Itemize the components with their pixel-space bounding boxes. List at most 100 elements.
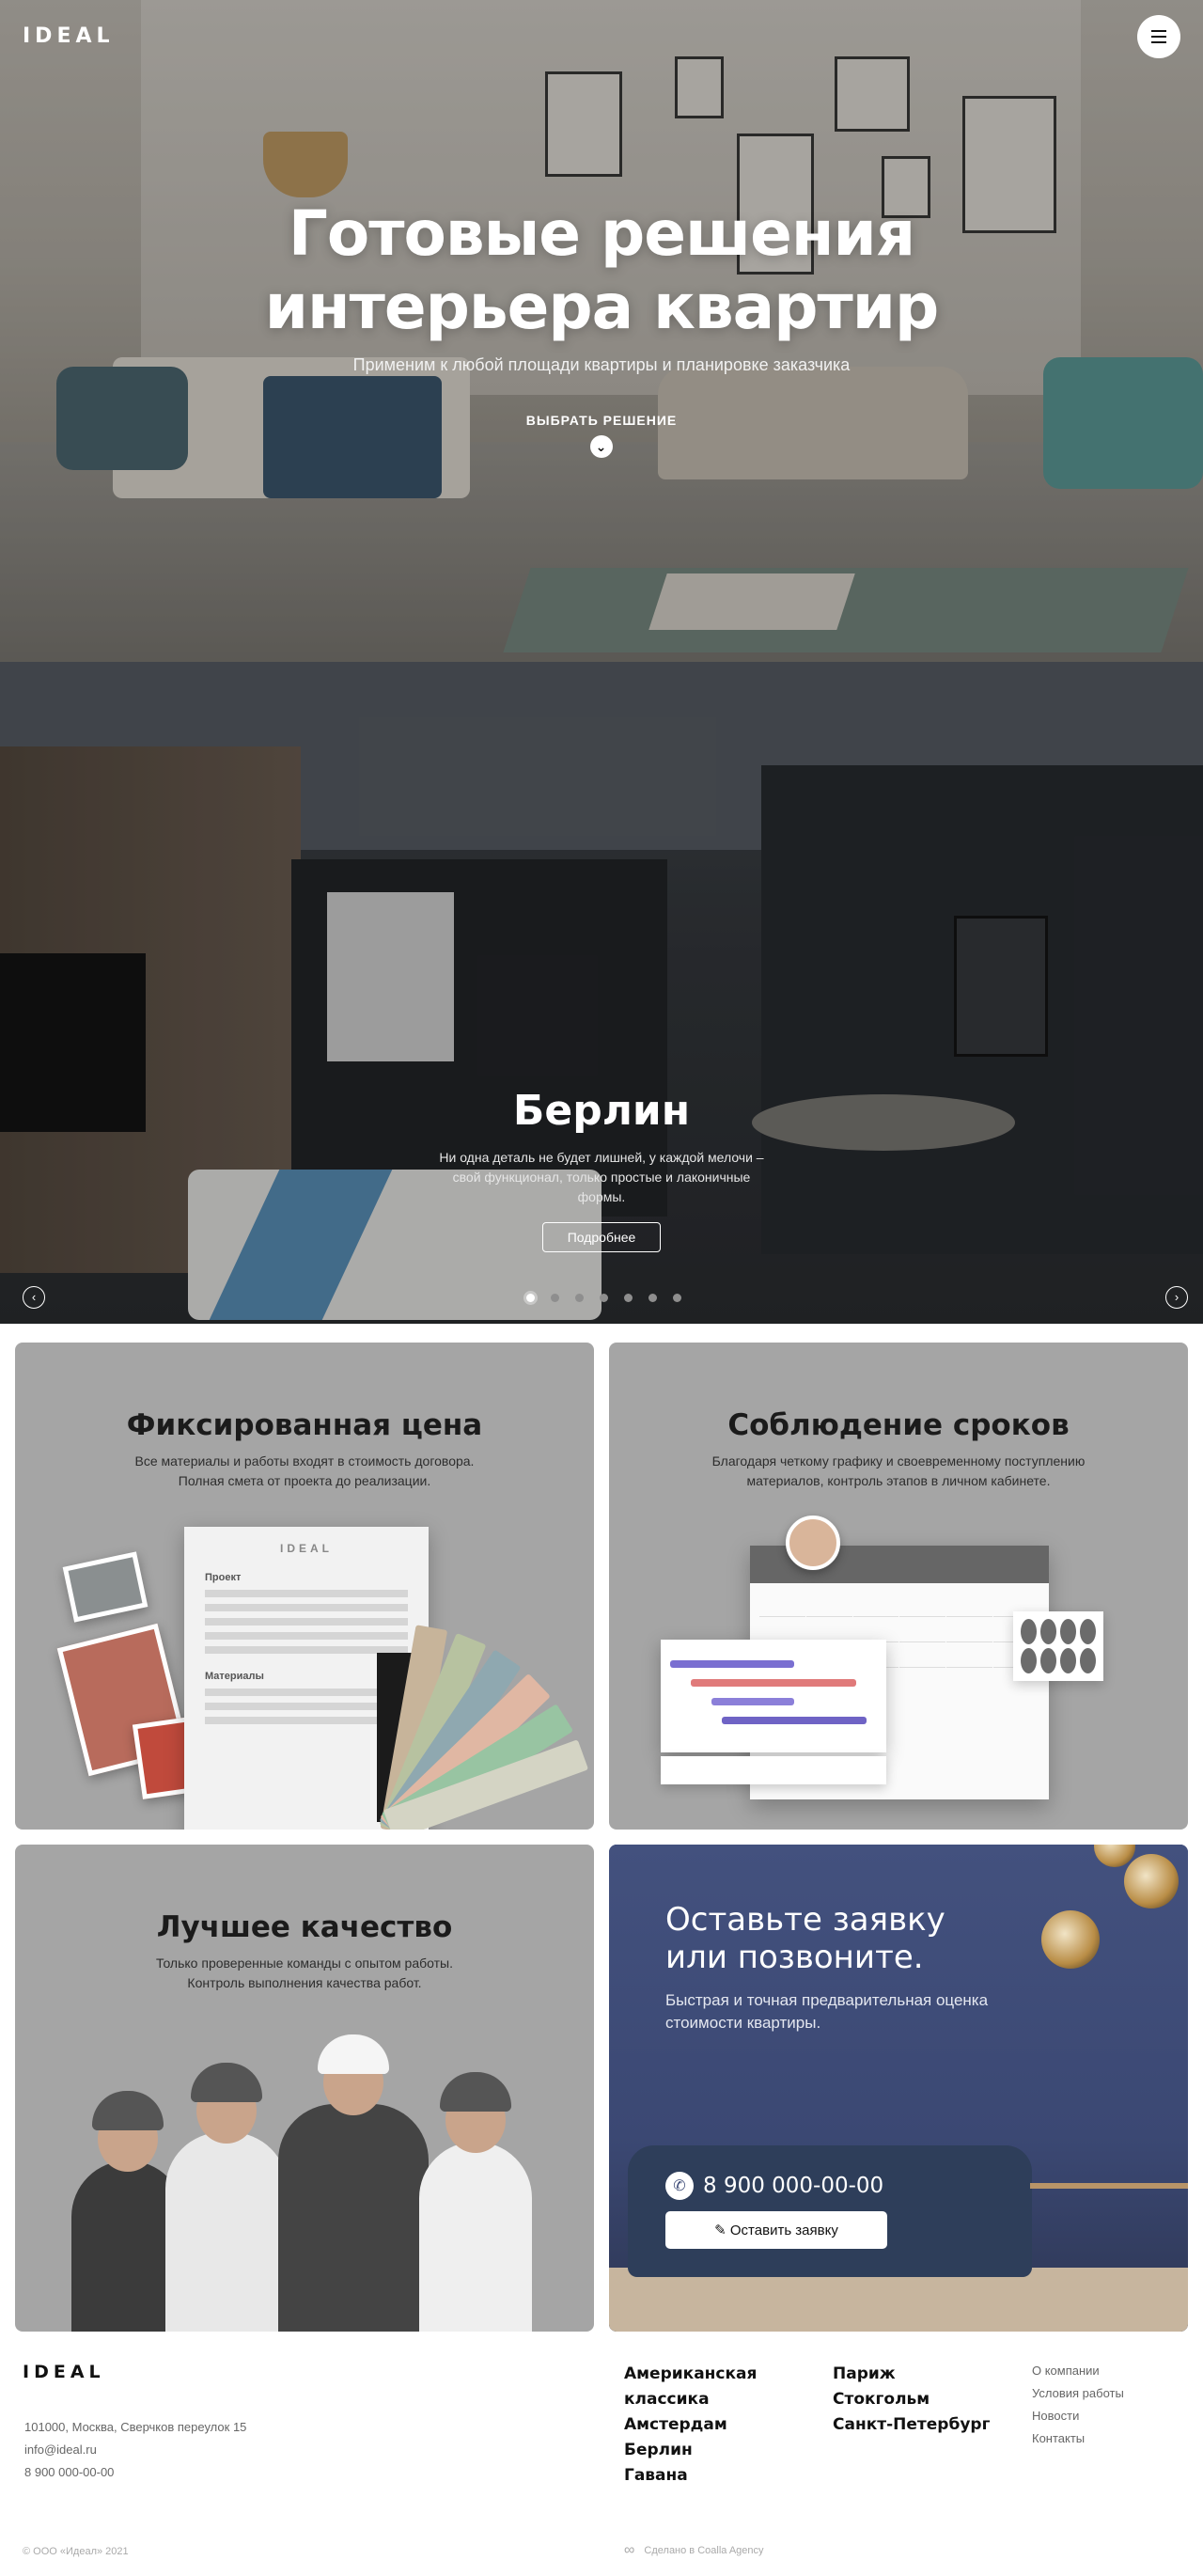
footer-link[interactable]: О компании [1032, 2360, 1124, 2382]
cta-floor [609, 2268, 1188, 2332]
document-row [205, 1604, 408, 1611]
city-link[interactable]: Стокгольм [833, 2387, 1030, 2412]
arrow-right-icon[interactable]: › [1165, 1286, 1188, 1309]
material-dot [1060, 1619, 1076, 1644]
gantt-bar [711, 1698, 794, 1705]
gantt-bar [691, 1679, 856, 1687]
slider-dots [526, 1294, 681, 1302]
document-logo: IDEAL [280, 1542, 333, 1555]
hamburger-menu-icon[interactable] [1137, 15, 1180, 58]
worker-figure [419, 2072, 532, 2332]
footer-link[interactable]: Контакты [1032, 2427, 1124, 2450]
helmet-icon [92, 2091, 164, 2130]
project-slider: Берлин Ни одна деталь не будет лишней, у… [0, 662, 1203, 1324]
material-dot [1021, 1648, 1037, 1673]
chevron-down-icon[interactable]: ⌄ [590, 435, 613, 458]
gantt-bar [670, 1660, 794, 1668]
helmet-icon [318, 2034, 389, 2074]
material-dot [1040, 1619, 1056, 1644]
city-link[interactable]: Гавана [624, 2463, 833, 2489]
cities-column: Американская классика Амстердам Берлин Г… [624, 2362, 833, 2489]
cta-title-line: Оставьте заявку [665, 1901, 945, 1939]
footer-email[interactable]: info@ideal.ru [24, 2439, 246, 2461]
calendar-cell [946, 1593, 993, 1617]
feature-card-fixed-price: Фиксированная цена Все материалы и работ… [15, 1343, 594, 1830]
leave-request-button[interactable]: ✎ Оставить заявку [665, 2211, 887, 2249]
feature-desc-line: Полная смета от проекта до реализации. [178, 1473, 431, 1488]
city-link[interactable]: Американская классика [624, 2362, 833, 2412]
leave-request-label: Оставить заявку [729, 2223, 838, 2238]
footer-link[interactable]: Новости [1032, 2405, 1124, 2427]
arrow-left-icon[interactable]: ‹ [23, 1286, 45, 1309]
calendar-cell [946, 1618, 993, 1642]
cta-phone-link[interactable]: ✆ 8 900 000-00-00 [665, 2172, 883, 2200]
slider-dot[interactable] [600, 1294, 608, 1302]
cities-column: Париж Стокгольм Санкт-Петербург [833, 2362, 1030, 2489]
workers-team-image [71, 2029, 541, 2332]
menu-line [1151, 36, 1166, 38]
feature-desc-line: Контроль выполнения качества работ. [187, 1975, 422, 1990]
interior-photo [62, 1551, 148, 1623]
menu-line [1151, 30, 1166, 32]
agency-credit[interactable]: ∞ Сделано в Coalla Agency [624, 2542, 764, 2559]
slide-description: Ни одна деталь не будет лишней, у каждой… [439, 1150, 764, 1204]
hero-title-line: интерьера квартир [264, 271, 939, 343]
document-row [205, 1632, 408, 1640]
agency-credit-label: Сделано в Coalla Agency [644, 2545, 764, 2556]
slider-dot[interactable] [648, 1294, 657, 1302]
footer-address: 101000, Москва, Сверчков переулок 15 [24, 2420, 247, 2434]
phone-icon: ✆ [665, 2172, 694, 2200]
material-dot [1080, 1619, 1096, 1644]
details-button[interactable]: Подробнее [541, 1222, 662, 1252]
feature-title: Фиксированная цена [126, 1408, 483, 1442]
cta-text-line: стоимости квартиры. [665, 2014, 821, 2032]
slider-dot[interactable] [526, 1294, 535, 1302]
feature-desc-line: Все материалы и работы входят в стоимост… [134, 1453, 475, 1469]
hero-title-line: Готовые решения [288, 197, 915, 270]
calendar-cell [759, 1593, 805, 1617]
city-link[interactable]: Амстердам [624, 2412, 833, 2438]
manager-avatar [786, 1516, 840, 1570]
footer-logo[interactable]: IDEAL [23, 2362, 105, 2382]
slider-dot[interactable] [624, 1294, 633, 1302]
city-link[interactable]: Париж [833, 2362, 1030, 2387]
document-row [205, 1618, 408, 1626]
calendar-cell [852, 1593, 899, 1617]
feature-title: Соблюдение сроков [727, 1408, 1070, 1442]
pencil-icon: ✎ [714, 2223, 726, 2238]
feature-description: Все материалы и работы входят в стоимост… [15, 1452, 594, 1491]
hero-title: Готовые решения интерьера квартир [0, 197, 1203, 344]
calendar-cell [946, 1643, 993, 1668]
worker-figure [278, 2034, 429, 2332]
footer: IDEAL 101000, Москва, Сверчков переулок … [0, 2332, 1203, 2576]
color-fan-deck [379, 1625, 589, 1830]
choose-solution-link[interactable]: ВЫБРАТЬ РЕШЕНИЕ ⌄ [526, 413, 678, 458]
cta-pendant-lamp [1124, 1854, 1179, 1908]
material-dot [1080, 1648, 1096, 1673]
hero-section: IDEAL Готовые решения интерьера квартир … [0, 0, 1203, 662]
calendar-cell [899, 1593, 946, 1617]
worker-figure [165, 2063, 288, 2332]
feature-title: Лучшее качество [156, 1910, 453, 1944]
hero-subtitle: Применим к любой площади квартиры и план… [352, 355, 851, 374]
materials-palette [1013, 1611, 1103, 1681]
helmet-icon [191, 2063, 262, 2102]
cta-title-line: или позвоните. [665, 1939, 924, 1976]
city-link[interactable]: Берлин [624, 2438, 833, 2463]
slider-dot[interactable] [551, 1294, 559, 1302]
slider-dot[interactable] [673, 1294, 681, 1302]
helmet-icon [440, 2072, 511, 2112]
city-link[interactable]: Санкт-Петербург [833, 2412, 1030, 2438]
feature-desc-line: Благодаря четкому графику и своевременно… [711, 1453, 1086, 1469]
footer-link[interactable]: Условия работы [1032, 2382, 1124, 2405]
document-row [205, 1590, 408, 1597]
feature-desc-line: материалов, контроль этапов в личном каб… [746, 1473, 1051, 1488]
logo[interactable]: IDEAL [23, 24, 115, 48]
cta-text: Быстрая и точная предварительная оценка … [665, 1989, 1060, 2034]
slider-dot[interactable] [575, 1294, 584, 1302]
gantt-chart-illustration [661, 1640, 886, 1752]
footer-phone[interactable]: 8 900 000-00-00 [24, 2461, 246, 2484]
slide-title: Берлин [512, 1087, 691, 1135]
calendar-cell [805, 1593, 852, 1617]
feature-description: Благодаря четкому графику и своевременно… [609, 1452, 1188, 1491]
